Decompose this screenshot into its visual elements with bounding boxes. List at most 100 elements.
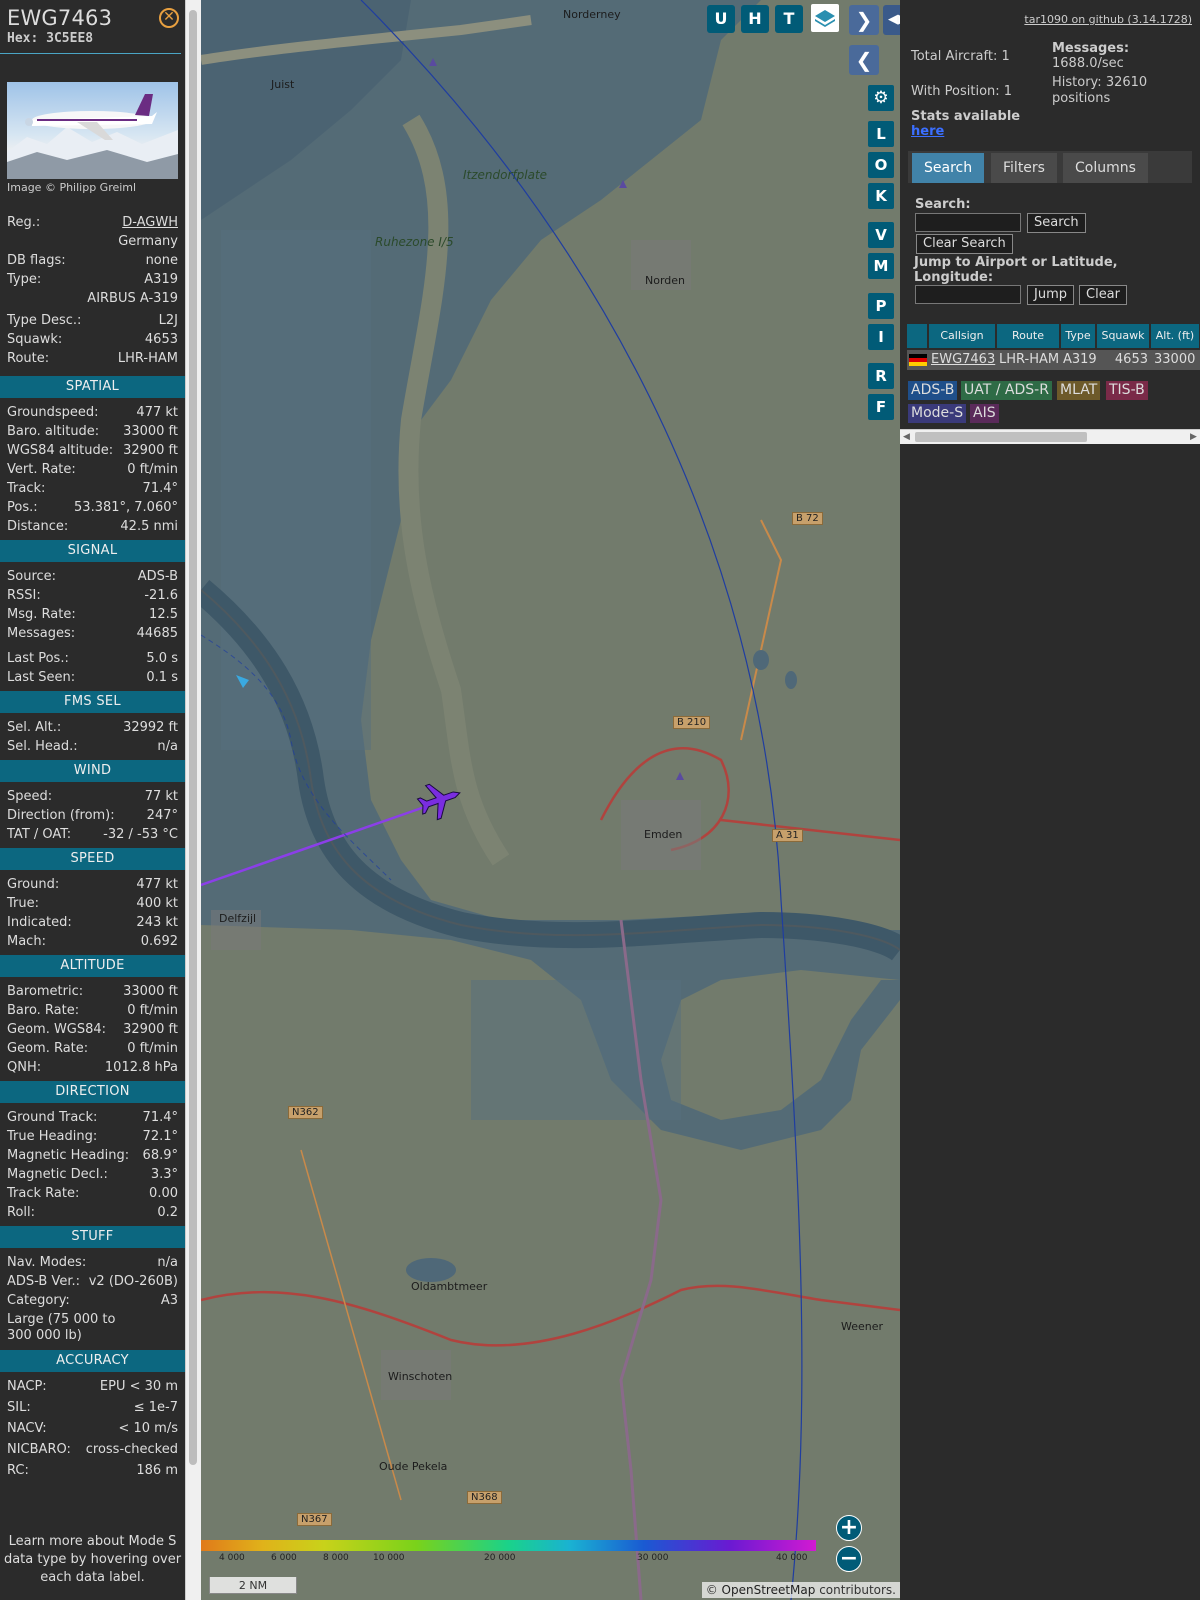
- tab-filters[interactable]: Filters: [991, 153, 1057, 183]
- info-value: L2J: [158, 313, 178, 328]
- info-label[interactable]: Nav. Modes:: [7, 1253, 86, 1272]
- info-label[interactable]: Speed:: [7, 787, 52, 806]
- table-row[interactable]: EWG7463 LHR-HAM A319 4653 33000: [907, 324, 1200, 372]
- legend-uat-ads-r[interactable]: UAT / ADS-R: [961, 381, 1052, 400]
- close-icon[interactable]: ✕: [159, 8, 179, 28]
- info-label[interactable]: RC:: [7, 1461, 29, 1480]
- clear-jump-button[interactable]: Clear: [1079, 285, 1127, 305]
- legend-ais[interactable]: AIS: [970, 404, 999, 423]
- info-label[interactable]: Geom. WGS84:: [7, 1020, 106, 1039]
- legend-ads-b[interactable]: ADS-B: [908, 381, 958, 400]
- map[interactable]: Norderney Juist Norden Emden Delfzijl Winscho…: [201, 0, 900, 1600]
- zoom-out-icon[interactable]: −: [836, 1546, 862, 1572]
- jump-label: Jump to Airport or Latitude, Longitude:: [914, 255, 1118, 285]
- info-label[interactable]: Ground Track:: [7, 1108, 97, 1127]
- info-label[interactable]: Sel. Alt.:: [7, 718, 61, 737]
- with-position: With Position: 1: [911, 84, 1013, 99]
- legend-mlat[interactable]: MLAT: [1057, 381, 1101, 400]
- openstreetmap-link[interactable]: OpenStreetMap: [722, 1583, 816, 1597]
- info-value: 477 kt: [136, 877, 178, 892]
- info-label[interactable]: SIL:: [7, 1398, 31, 1417]
- legend-tis-b[interactable]: TIS-B: [1106, 381, 1148, 400]
- info-label[interactable]: Large (75 000 to 300 000 lb): [7, 1312, 127, 1344]
- jump-button[interactable]: Jump: [1027, 285, 1074, 305]
- info-label[interactable]: Pos.:: [7, 498, 38, 517]
- map-canvas[interactable]: [201, 0, 900, 1600]
- cell-type: A319: [1061, 350, 1097, 370]
- settings-gear-icon[interactable]: ⚙: [868, 85, 894, 111]
- info-label[interactable]: Ground:: [7, 875, 59, 894]
- info-label[interactable]: NACV:: [7, 1419, 47, 1438]
- info-label[interactable]: Distance:: [7, 517, 68, 536]
- info-label[interactable]: Msg. Rate:: [7, 605, 76, 624]
- info-value: AIRBUS A-319: [87, 291, 178, 306]
- info-label[interactable]: Track:: [7, 479, 45, 498]
- map-button-i[interactable]: I: [868, 324, 894, 350]
- info-label[interactable]: Roll:: [7, 1203, 35, 1222]
- info-row: RC: 186 m: [0, 1461, 185, 1482]
- aircraft-photo[interactable]: [7, 82, 178, 179]
- table-hscroll-thumb[interactable]: [915, 432, 1087, 442]
- info-label[interactable]: Category:: [7, 1291, 70, 1310]
- info-label[interactable]: NICBARO:: [7, 1440, 71, 1459]
- search-input[interactable]: [915, 213, 1021, 232]
- expand-arrows-icon[interactable]: ◀▶: [883, 5, 900, 35]
- h-button[interactable]: H: [741, 5, 769, 33]
- github-link[interactable]: tar1090 on github (3.14.1728): [1024, 13, 1192, 26]
- info-label[interactable]: Baro. altitude:: [7, 422, 99, 441]
- info-label[interactable]: TAT / OAT:: [7, 825, 71, 844]
- tab-columns[interactable]: Columns: [1063, 153, 1148, 183]
- cell-callsign[interactable]: EWG7463: [929, 350, 997, 370]
- info-label[interactable]: ADS-B Ver.:: [7, 1272, 80, 1291]
- info-label[interactable]: RSSI:: [7, 586, 41, 605]
- map-button-o[interactable]: O: [868, 152, 894, 178]
- search-button[interactable]: Search: [1027, 213, 1086, 233]
- map-button-k[interactable]: K: [868, 183, 894, 209]
- info-label[interactable]: Groundspeed:: [7, 403, 98, 422]
- info-value: < 10 m/s: [118, 1421, 178, 1436]
- info-label[interactable]: Mach:: [7, 932, 46, 951]
- map-button-f[interactable]: F: [868, 394, 894, 420]
- map-button-l[interactable]: L: [868, 121, 894, 147]
- scroll-right-icon[interactable]: ▶: [1190, 432, 1197, 442]
- chevron-right-icon[interactable]: ❯: [849, 5, 879, 35]
- info-label[interactable]: NACP:: [7, 1377, 47, 1396]
- map-button-p[interactable]: P: [868, 293, 894, 319]
- info-label[interactable]: Geom. Rate:: [7, 1039, 88, 1058]
- map-button-v[interactable]: V: [868, 222, 894, 248]
- info-label[interactable]: Barometric:: [7, 982, 83, 1001]
- info-label[interactable]: Last Pos.:: [7, 649, 69, 668]
- info-label[interactable]: Last Seen:: [7, 668, 75, 687]
- tab-search[interactable]: Search: [912, 153, 985, 183]
- info-value[interactable]: D-AGWH: [122, 213, 178, 232]
- info-label[interactable]: Indicated:: [7, 913, 72, 932]
- chevron-left-icon[interactable]: ❮: [849, 45, 879, 75]
- info-label[interactable]: Baro. Rate:: [7, 1001, 79, 1020]
- info-label[interactable]: Messages:: [7, 624, 75, 643]
- info-label[interactable]: Source:: [7, 567, 56, 586]
- info-label[interactable]: True Heading:: [7, 1127, 97, 1146]
- clear-search-button[interactable]: Clear Search: [916, 234, 1013, 254]
- info-label[interactable]: True:: [7, 894, 39, 913]
- u-button[interactable]: U: [707, 5, 735, 33]
- scroll-left-icon[interactable]: ◀: [903, 432, 910, 442]
- zoom-in-icon[interactable]: +: [836, 1515, 862, 1541]
- layers-button[interactable]: [811, 4, 839, 32]
- map-button-m[interactable]: M: [868, 253, 894, 279]
- map-button-r[interactable]: R: [868, 363, 894, 389]
- jump-input[interactable]: [915, 285, 1021, 304]
- info-label[interactable]: WGS84 altitude:: [7, 441, 113, 460]
- stats-link[interactable]: here: [911, 124, 944, 139]
- scale-tick-label: 8 000: [323, 1553, 349, 1563]
- info-row: Track: 71.4°: [0, 479, 185, 498]
- info-label[interactable]: Sel. Head.:: [7, 737, 78, 756]
- info-label[interactable]: QNH:: [7, 1058, 41, 1077]
- left-panel-scroll-thumb[interactable]: [189, 10, 197, 1465]
- info-label[interactable]: Magnetic Decl.:: [7, 1165, 108, 1184]
- info-label[interactable]: Direction (from):: [7, 806, 115, 825]
- info-label[interactable]: Track Rate:: [7, 1184, 79, 1203]
- t-button[interactable]: T: [775, 5, 803, 33]
- info-label[interactable]: Vert. Rate:: [7, 460, 76, 479]
- info-label[interactable]: Magnetic Heading:: [7, 1146, 129, 1165]
- legend-mode-s[interactable]: Mode-S: [908, 404, 967, 423]
